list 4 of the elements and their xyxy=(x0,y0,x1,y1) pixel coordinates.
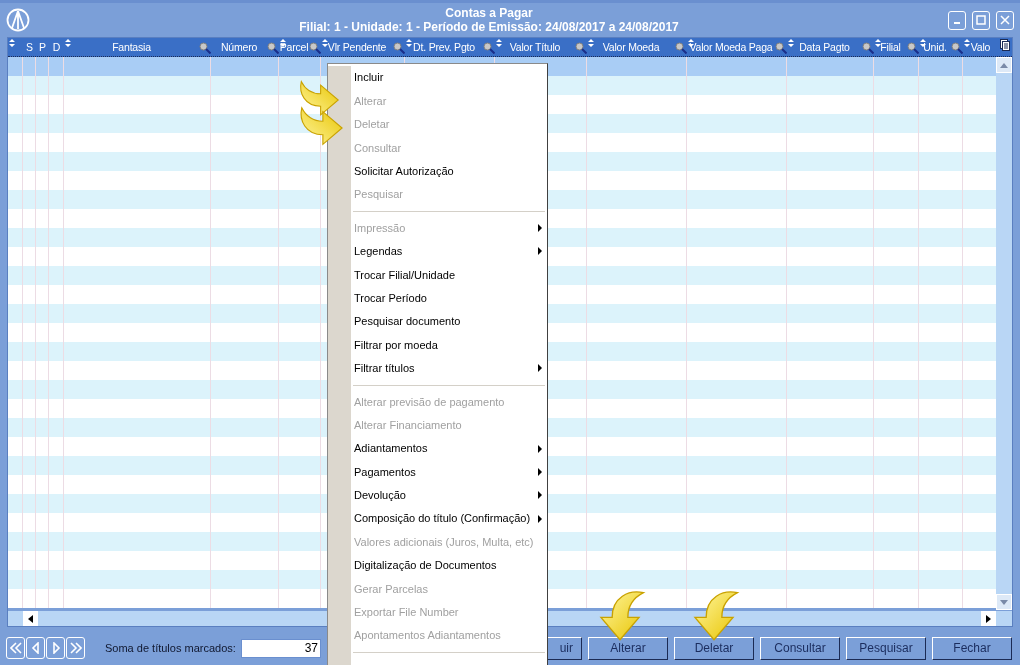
window-title: Contas a Pagar xyxy=(445,6,533,20)
window-subtitle: Filial: 1 - Unidade: 1 - Período de Emissão: 24/08/2017 a 24/08/2017 xyxy=(299,20,679,34)
sum-field: 37 xyxy=(241,638,321,658)
sum-label: Soma de títulos marcados: xyxy=(105,640,237,656)
